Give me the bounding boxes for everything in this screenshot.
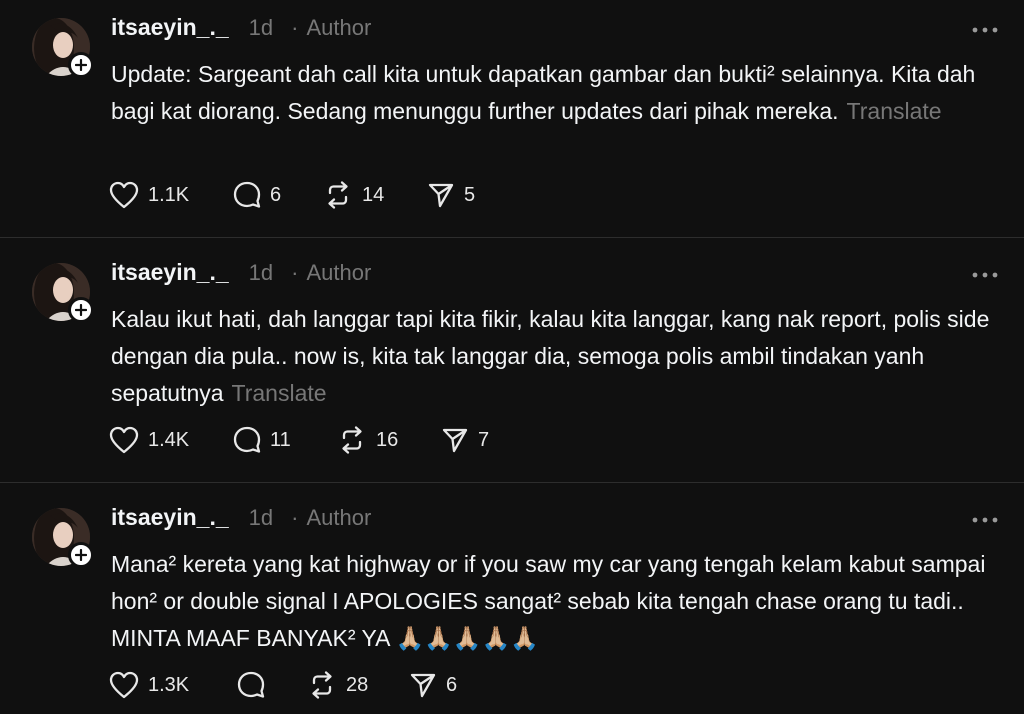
post-text: Update: Sargeant dah call kita untuk dap… xyxy=(111,56,1001,130)
heart-icon xyxy=(109,181,139,209)
plus-icon xyxy=(75,59,87,71)
separator: · xyxy=(291,15,299,40)
post-time[interactable]: 1d xyxy=(249,505,273,531)
action-bar: 1.4K 11 16 7 xyxy=(108,423,608,457)
post-body: Update: Sargeant dah call kita untuk dap… xyxy=(111,61,976,124)
avatar[interactable] xyxy=(32,508,94,570)
more-horizontal-icon xyxy=(972,27,998,33)
post-divider xyxy=(0,237,1024,238)
avatar[interactable] xyxy=(32,263,94,325)
like-count: 1.1K xyxy=(148,183,190,206)
username[interactable]: itsaeyin_._ xyxy=(111,14,229,41)
follow-button[interactable] xyxy=(68,297,94,323)
repost-count: 14 xyxy=(362,183,385,206)
action-bar: 1.3K 28 6 xyxy=(108,668,608,702)
repost-button[interactable]: 14 xyxy=(322,178,384,212)
post-divider xyxy=(0,482,1024,483)
heart-icon xyxy=(109,671,139,699)
repost-button[interactable]: 16 xyxy=(336,423,398,457)
plus-icon xyxy=(75,304,87,316)
repost-arrows-icon xyxy=(342,426,362,454)
author-label: Author xyxy=(306,15,372,40)
reply-button[interactable]: 6 xyxy=(232,178,281,212)
more-horizontal-icon xyxy=(972,517,998,523)
like-button[interactable]: 1.4K xyxy=(108,423,189,457)
plus-icon xyxy=(75,549,87,561)
heart-icon xyxy=(109,426,139,454)
avatar[interactable] xyxy=(32,18,94,80)
post-time[interactable]: 1d xyxy=(249,260,273,286)
author-label: Author xyxy=(306,260,372,285)
translate-link[interactable]: Translate xyxy=(232,380,327,406)
post-text: Kalau ikut hati, dah langgar tapi kita f… xyxy=(111,301,1001,412)
repost-arrows-icon xyxy=(328,181,348,209)
repost-count: 28 xyxy=(346,673,369,696)
like-count: 1.3K xyxy=(148,673,190,696)
reply-button[interactable]: 11 xyxy=(232,423,291,457)
repost-button[interactable]: 28 xyxy=(306,668,368,702)
share-count: 7 xyxy=(478,428,490,451)
thread-post: itsaeyin_._ 1d · Author Kalau ikut hati,… xyxy=(0,245,1024,482)
like-button[interactable]: 1.1K xyxy=(108,178,189,212)
comment-bubble-icon xyxy=(237,671,265,698)
translate-link[interactable]: Translate xyxy=(847,98,942,124)
more-options-button[interactable] xyxy=(968,20,1002,40)
post-text: Mana² kereta yang kat highway or if you … xyxy=(111,546,1001,657)
reply-button[interactable] xyxy=(236,668,274,702)
post-body: Mana² kereta yang kat highway or if you … xyxy=(111,551,986,651)
post-time[interactable]: 1d xyxy=(249,15,273,41)
thread-post: itsaeyin_._ 1d · Author Mana² kereta yan… xyxy=(0,490,1024,714)
send-paper-plane-icon xyxy=(428,183,454,208)
share-button[interactable]: 5 xyxy=(426,178,475,212)
separator: · xyxy=(291,260,299,285)
like-button[interactable]: 1.3K xyxy=(108,668,189,702)
share-button[interactable]: 6 xyxy=(408,668,457,702)
comment-bubble-icon xyxy=(233,181,261,208)
reply-count: 11 xyxy=(270,428,291,451)
follow-button[interactable] xyxy=(68,542,94,568)
action-bar: 1.1K 6 14 5 xyxy=(108,178,608,212)
more-options-button[interactable] xyxy=(968,265,1002,285)
repost-count: 16 xyxy=(376,428,399,451)
reply-count: 6 xyxy=(270,183,282,206)
send-paper-plane-icon xyxy=(410,673,436,698)
post-header: itsaeyin_._ 1d · Author xyxy=(111,259,371,291)
comment-bubble-icon xyxy=(233,426,261,453)
more-horizontal-icon xyxy=(972,272,998,278)
thread-post: itsaeyin_._ 1d · Author Update: Sargeant… xyxy=(0,0,1024,237)
follow-button[interactable] xyxy=(68,52,94,78)
post-header: itsaeyin_._ 1d · Author xyxy=(111,504,371,536)
like-count: 1.4K xyxy=(148,428,190,451)
share-button[interactable]: 7 xyxy=(440,423,489,457)
share-count: 5 xyxy=(464,183,476,206)
separator: · xyxy=(291,505,299,530)
more-options-button[interactable] xyxy=(968,510,1002,530)
username[interactable]: itsaeyin_._ xyxy=(111,504,229,531)
username[interactable]: itsaeyin_._ xyxy=(111,259,229,286)
repost-arrows-icon xyxy=(312,671,332,699)
send-paper-plane-icon xyxy=(442,428,468,453)
share-count: 6 xyxy=(446,673,458,696)
post-header: itsaeyin_._ 1d · Author xyxy=(111,14,371,46)
author-label: Author xyxy=(306,505,372,530)
